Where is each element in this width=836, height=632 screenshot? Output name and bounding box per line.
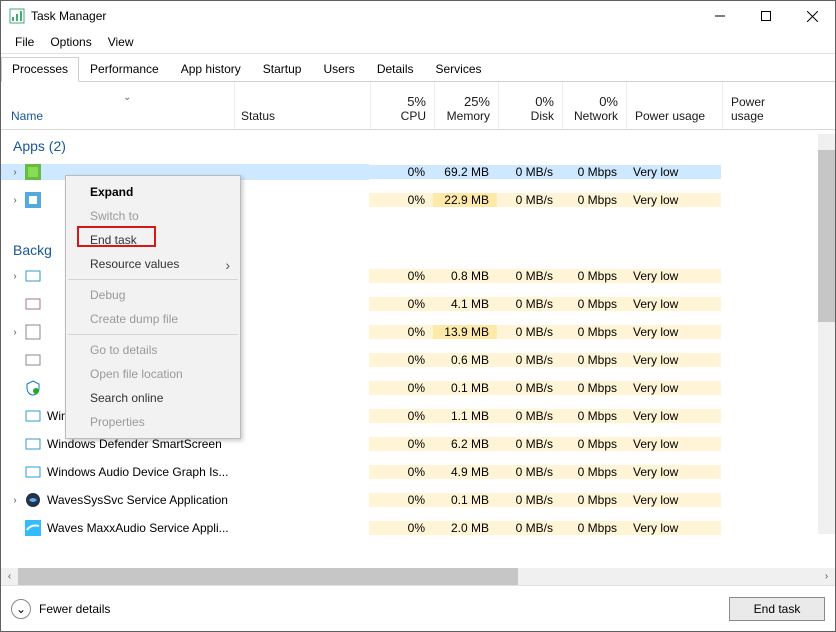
expand-icon[interactable]: ›	[9, 167, 21, 178]
title-bar: Task Manager	[1, 1, 835, 31]
process-icon	[25, 464, 41, 480]
ctx-switch-to: Switch to	[66, 204, 240, 228]
tab-performance[interactable]: Performance	[79, 57, 170, 82]
tab-processes[interactable]: Processes	[1, 57, 79, 82]
col-power-usage-2[interactable]: Power usage	[723, 82, 801, 129]
col-power-usage[interactable]: Power usage	[627, 82, 723, 129]
ctx-expand[interactable]: Expand	[66, 180, 240, 204]
vertical-scroll-thumb[interactable]	[818, 150, 835, 322]
window-title: Task Manager	[31, 9, 697, 23]
group-apps[interactable]: Apps (2)	[1, 130, 835, 158]
menu-options[interactable]: Options	[42, 33, 99, 51]
app-icon	[25, 192, 41, 208]
minimize-button[interactable]	[697, 1, 743, 31]
menu-view[interactable]: View	[100, 33, 142, 51]
process-icon	[25, 520, 41, 536]
process-icon	[25, 436, 41, 452]
col-name-label: Name	[11, 109, 43, 123]
tab-services[interactable]: Services	[425, 57, 493, 82]
chevron-down-icon: ⌄	[11, 599, 31, 619]
shield-icon	[25, 380, 41, 396]
ctx-create-dump[interactable]: Create dump file	[66, 307, 240, 331]
ctx-debug: Debug	[66, 283, 240, 307]
scroll-right-icon[interactable]: ›	[818, 571, 835, 582]
chevron-down-icon: ⌄	[123, 92, 131, 103]
ctx-open-file-location[interactable]: Open file location	[66, 362, 240, 386]
ctx-properties[interactable]: Properties	[66, 410, 240, 434]
table-row[interactable]: ›vmware_hostd (32 bit) 0%2.3 MB0 MB/s0 M…	[1, 542, 835, 546]
column-header: Name ⌄ Status 5%CPU 25%Memory 0%Disk 0%N…	[1, 82, 835, 130]
col-name[interactable]: Name ⌄	[1, 82, 235, 129]
process-icon	[25, 408, 41, 424]
table-row[interactable]: Windows Audio Device Graph Is... 0%4.9 M…	[1, 458, 835, 486]
col-network[interactable]: 0%Network	[563, 82, 627, 129]
process-icon	[25, 324, 41, 340]
scroll-left-icon[interactable]: ‹	[1, 571, 18, 582]
process-icon	[25, 352, 41, 368]
process-name: Windows Audio Device Graph Is...	[47, 465, 228, 479]
table-row[interactable]: ›WavesSysSvc Service Application 0%0.1 M…	[1, 486, 835, 514]
fewer-details-button[interactable]: ⌄ Fewer details	[11, 599, 110, 619]
tab-app-history[interactable]: App history	[170, 57, 252, 82]
process-name: Windows Defender SmartScreen	[47, 437, 222, 451]
process-name: Waves MaxxAudio Service Appli...	[47, 521, 229, 535]
col-status[interactable]: Status	[235, 82, 371, 129]
horizontal-scrollbar[interactable]: ‹ ›	[1, 568, 835, 585]
expand-icon[interactable]: ›	[9, 195, 21, 206]
process-name: WavesSysSvc Service Application	[47, 493, 228, 507]
table-row[interactable]: Waves MaxxAudio Service Appli... 0%2.0 M…	[1, 514, 835, 542]
ctx-search-online[interactable]: Search online	[66, 386, 240, 410]
tab-users[interactable]: Users	[312, 57, 365, 82]
fewer-details-label: Fewer details	[39, 602, 110, 616]
col-cpu[interactable]: 5%CPU	[371, 82, 435, 129]
col-disk[interactable]: 0%Disk	[499, 82, 563, 129]
ctx-end-task[interactable]: End task	[66, 228, 240, 252]
tab-details[interactable]: Details	[366, 57, 425, 82]
process-icon	[25, 296, 41, 312]
tab-startup[interactable]: Startup	[252, 57, 313, 82]
context-menu: Expand Switch to End task Resource value…	[65, 175, 241, 439]
process-icon	[25, 268, 41, 284]
horizontal-scroll-thumb[interactable]	[18, 568, 518, 585]
task-manager-icon	[9, 8, 25, 24]
close-button[interactable]	[789, 1, 835, 31]
menu-file[interactable]: File	[7, 33, 42, 51]
footer: ⌄ Fewer details End task	[1, 585, 835, 631]
end-task-button[interactable]: End task	[729, 597, 825, 621]
tab-strip: Processes Performance App history Startu…	[1, 56, 835, 82]
ctx-go-to-details[interactable]: Go to details	[66, 338, 240, 362]
col-memory[interactable]: 25%Memory	[435, 82, 499, 129]
maximize-button[interactable]	[743, 1, 789, 31]
process-icon	[25, 492, 41, 508]
menu-bar: File Options View	[1, 31, 835, 53]
app-icon	[25, 164, 41, 180]
ctx-resource-values[interactable]: Resource values	[66, 252, 240, 276]
